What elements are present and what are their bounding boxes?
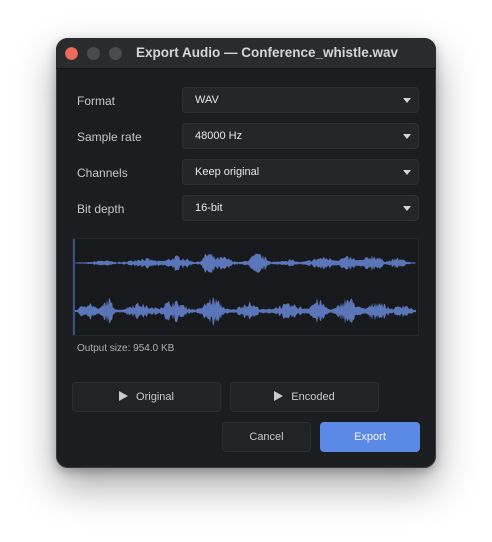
encoded-label: Encoded bbox=[291, 391, 335, 403]
export-button[interactable]: Export bbox=[320, 422, 420, 452]
export-audio-dialog: Export Audio — Conference_whistle.wav Fo… bbox=[56, 38, 436, 468]
waveform-graphic bbox=[73, 239, 416, 335]
maximize-window-button[interactable] bbox=[109, 47, 122, 60]
play-icon bbox=[119, 391, 129, 402]
waveform-preview[interactable] bbox=[72, 238, 419, 336]
output-size: Output size: 954.0 KB bbox=[77, 343, 175, 354]
minimize-window-button[interactable] bbox=[87, 47, 100, 60]
play-original-button[interactable]: Original bbox=[72, 382, 221, 412]
sample-rate-select[interactable]: 48000 Hz bbox=[182, 123, 419, 149]
window-title: Export Audio — Conference_whistle.wav bbox=[136, 45, 399, 60]
format-value: WAV bbox=[195, 94, 219, 106]
bit-depth-value: 16-bit bbox=[195, 202, 223, 214]
bit-depth-select[interactable]: 16-bit bbox=[182, 195, 419, 221]
original-label: Original bbox=[136, 391, 174, 403]
waveform-channel-left bbox=[75, 253, 416, 274]
format-select[interactable]: WAV bbox=[182, 87, 419, 113]
channels-label: Channels bbox=[77, 166, 128, 180]
bit-depth-label: Bit depth bbox=[77, 202, 125, 216]
close-window-button[interactable] bbox=[65, 47, 78, 60]
channels-select[interactable]: Keep original bbox=[182, 159, 419, 185]
play-encoded-button[interactable]: Encoded bbox=[230, 382, 379, 412]
chevron-down-icon bbox=[403, 206, 411, 211]
play-icon bbox=[274, 391, 284, 402]
channels-value: Keep original bbox=[195, 166, 260, 178]
format-label: Format bbox=[77, 94, 116, 108]
waveform-channel-right bbox=[75, 296, 416, 327]
sample-rate-label: Sample rate bbox=[77, 130, 142, 144]
cancel-button[interactable]: Cancel bbox=[222, 422, 311, 452]
chevron-down-icon bbox=[403, 170, 411, 175]
chevron-down-icon bbox=[403, 98, 411, 103]
title-bar: Export Audio — Conference_whistle.wav bbox=[56, 38, 436, 69]
chevron-down-icon bbox=[403, 134, 411, 139]
sample-rate-value: 48000 Hz bbox=[195, 130, 243, 142]
